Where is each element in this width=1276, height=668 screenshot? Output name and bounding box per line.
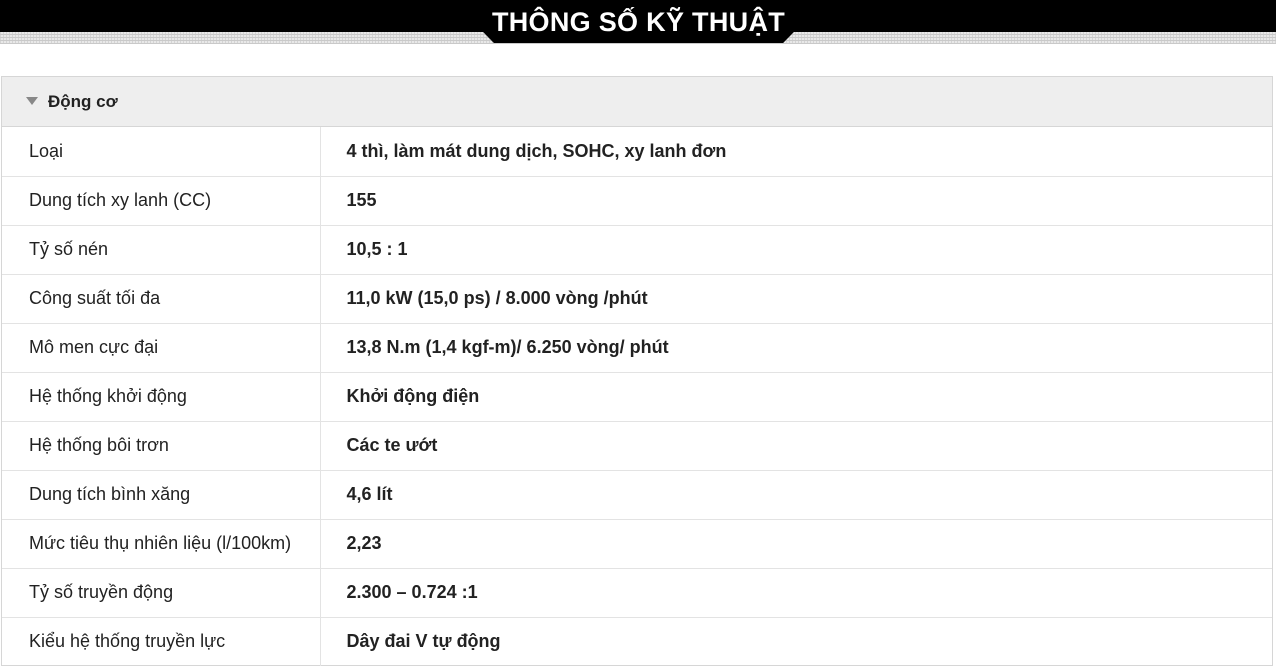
table-row: Kiểu hệ thống truyền lực Dây đai V tự độ…: [2, 617, 1272, 666]
table-row: Công suất tối đa 11,0 kW (15,0 ps) / 8.0…: [2, 274, 1272, 324]
table-row: Mô men cực đại 13,8 N.m (1,4 kgf-m)/ 6.2…: [2, 323, 1272, 373]
spec-value: 2,23: [320, 519, 1272, 569]
spec-label: Tỷ số truyền động: [2, 568, 321, 618]
section-header-engine[interactable]: Động cơ: [2, 77, 1272, 127]
spec-value: 4,6 lít: [320, 470, 1272, 520]
spec-label: Dung tích bình xăng: [2, 470, 321, 520]
spec-value: 4 thì, làm mát dung dịch, SOHC, xy lanh …: [320, 127, 1272, 177]
spec-value: 13,8 N.m (1,4 kgf-m)/ 6.250 vòng/ phút: [320, 323, 1272, 373]
table-row: Tỷ số truyền động 2.300 – 0.724 :1: [2, 568, 1272, 618]
table-row: Loại 4 thì, làm mát dung dịch, SOHC, xy …: [2, 127, 1272, 177]
spec-value: 11,0 kW (15,0 ps) / 8.000 vòng /phút: [320, 274, 1272, 324]
table-row: Hệ thống bôi trơn Các te ướt: [2, 421, 1272, 471]
spec-label: Tỷ số nén: [2, 225, 321, 275]
spec-value: 155: [320, 176, 1272, 226]
spec-label: Hệ thống bôi trơn: [2, 421, 321, 471]
page-title: THÔNG SỐ KỸ THUẬT: [491, 7, 786, 37]
spec-table: Loại 4 thì, làm mát dung dịch, SOHC, xy …: [2, 127, 1272, 666]
spec-panel: Động cơ Loại 4 thì, làm mát dung dịch, S…: [1, 76, 1273, 666]
spec-label: Dung tích xy lanh (CC): [2, 176, 321, 226]
table-row: Dung tích bình xăng 4,6 lít: [2, 470, 1272, 520]
table-row: Mức tiêu thụ nhiên liệu (l/100km) 2,23: [2, 519, 1272, 569]
spec-label: Loại: [2, 127, 321, 177]
page-header: THÔNG SỐ KỸ THUẬT: [0, 0, 1276, 48]
triangle-down-icon[interactable]: [26, 96, 38, 105]
section-title: Động cơ: [48, 91, 118, 111]
spec-label: Công suất tối đa: [2, 274, 321, 324]
table-row: Dung tích xy lanh (CC) 155: [2, 176, 1272, 226]
spec-value: Các te ướt: [320, 421, 1272, 471]
table-row: Hệ thống khởi động Khởi động điện: [2, 372, 1272, 422]
spec-value: Khởi động điện: [320, 372, 1272, 422]
spec-label: Mức tiêu thụ nhiên liệu (l/100km): [2, 519, 321, 569]
spec-label: Hệ thống khởi động: [2, 372, 321, 422]
spec-value: Dây đai V tự động: [346, 631, 501, 652]
spec-value: 2.300 – 0.724 :1: [320, 568, 1272, 618]
spec-label: Kiểu hệ thống truyền lực: [2, 617, 321, 666]
spec-label: Mô men cực đại: [2, 323, 321, 373]
spec-value: 10,5 : 1: [320, 225, 1272, 275]
table-row: Tỷ số nén 10,5 : 1: [2, 225, 1272, 275]
